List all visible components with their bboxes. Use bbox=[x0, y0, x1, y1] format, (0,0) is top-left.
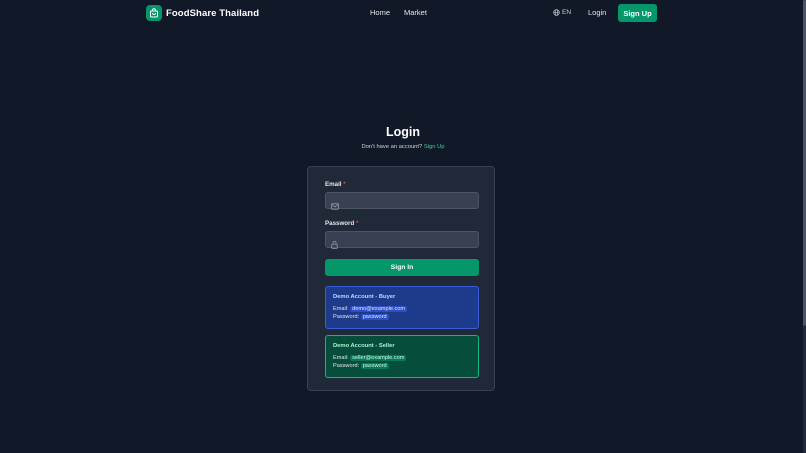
shopping-bag-icon bbox=[146, 5, 162, 21]
demo-email-label: Email: bbox=[333, 306, 349, 312]
required-marker: * bbox=[343, 181, 346, 188]
top-navbar: FoodShare Thailand Home Market EN Login … bbox=[0, 0, 806, 26]
demo-password-line: Password: password bbox=[333, 363, 389, 369]
demo-email-value: demo@example.com bbox=[350, 306, 408, 312]
email-label-text: Email bbox=[325, 181, 342, 188]
demo-password-line: Password: password bbox=[333, 314, 389, 320]
demo-email-line: Email: seller@example.com bbox=[333, 355, 407, 361]
mail-icon bbox=[331, 197, 339, 215]
signup-button[interactable]: Sign Up bbox=[618, 4, 657, 22]
demo-email-value: seller@example.com bbox=[350, 355, 407, 361]
nav-links: Home Market bbox=[370, 8, 441, 17]
demo-password-label: Password: bbox=[333, 314, 360, 320]
password-field[interactable] bbox=[325, 231, 479, 249]
language-switcher[interactable]: EN bbox=[553, 9, 571, 16]
nav-link-home[interactable]: Home bbox=[370, 8, 390, 17]
brand-name: FoodShare Thailand bbox=[166, 7, 260, 19]
demo-email-label: Email: bbox=[333, 355, 349, 361]
demo-title: Demo Account - Seller bbox=[333, 343, 395, 349]
demo-password-value: password bbox=[360, 363, 389, 369]
sign-in-button[interactable]: Sign In bbox=[325, 259, 479, 276]
globe-icon bbox=[553, 9, 560, 16]
password-label-text: Password bbox=[325, 220, 355, 227]
page-title: Login bbox=[385, 125, 420, 139]
demo-title: Demo Account - Buyer bbox=[333, 294, 396, 300]
login-link[interactable]: Login bbox=[588, 8, 606, 17]
email-field[interactable] bbox=[325, 192, 479, 210]
subtitle-text: Don't have an account? bbox=[361, 144, 423, 150]
nav-link-market[interactable]: Market bbox=[404, 8, 427, 17]
demo-email-line: Email: demo@example.com bbox=[333, 306, 408, 312]
email-label: Email * bbox=[325, 181, 346, 188]
subtitle-signup-link[interactable]: Sign Up bbox=[424, 144, 445, 150]
demo-account-seller: Demo Account - Seller Email: seller@exam… bbox=[325, 335, 479, 378]
demo-account-buyer: Demo Account - Buyer Email: demo@example… bbox=[325, 286, 479, 329]
page-subtitle: Don't have an account? Sign Up bbox=[0, 144, 806, 150]
login-card: Email * Password * Sign In Demo Account … bbox=[307, 166, 495, 391]
language-label: EN bbox=[562, 9, 572, 16]
demo-password-label: Password: bbox=[333, 363, 360, 369]
required-marker: * bbox=[355, 220, 359, 227]
lock-icon bbox=[331, 236, 338, 254]
demo-password-value: password bbox=[360, 314, 389, 320]
brand[interactable]: FoodShare Thailand bbox=[146, 5, 259, 21]
password-label: Password * bbox=[325, 220, 358, 227]
